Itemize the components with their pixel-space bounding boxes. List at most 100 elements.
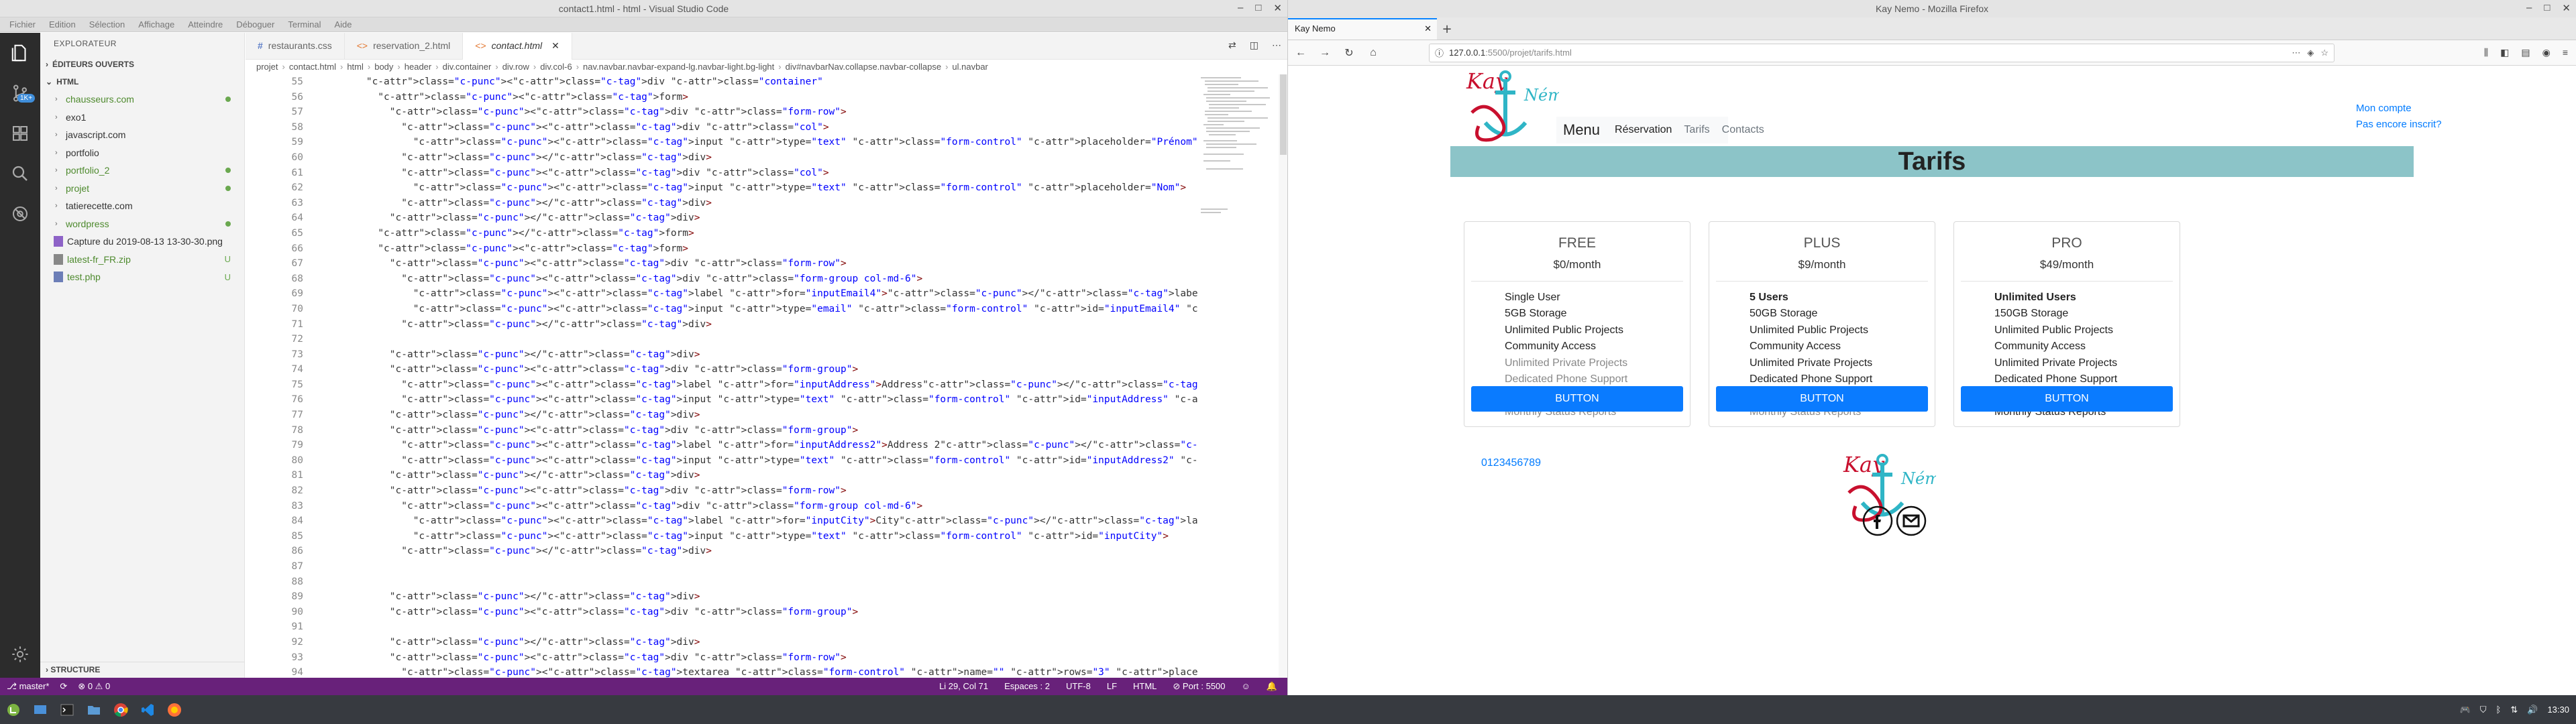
new-tab-icon[interactable]: + (1437, 18, 1457, 40)
tab-contact-html[interactable]: <> contact.html ✕ (463, 33, 572, 60)
open-editors-section[interactable]: › ÉDITEURS OUVERTS (40, 56, 244, 73)
explorer-item[interactable]: › chausseurs.com (40, 90, 244, 109)
code-line[interactable]: 60 "c-attr">class="c-punc"></"c-attr">cl… (246, 150, 1198, 166)
maximize-icon[interactable]: □ (1255, 2, 1261, 14)
nav-link-contacts[interactable]: Contacts (1722, 124, 1764, 136)
close-icon[interactable]: ✕ (1273, 2, 1282, 14)
menu-help[interactable]: Aide (328, 19, 359, 29)
search-icon[interactable] (0, 154, 40, 194)
files-grid-icon[interactable] (0, 113, 40, 154)
code-line[interactable]: 55 "c-attr">class="c-punc"><"c-attr">cla… (246, 74, 1198, 90)
reader-icon[interactable]: ▤ (2521, 47, 2530, 58)
code-line[interactable]: 70 "c-attr">class="c-punc"><"c-attr">cla… (246, 302, 1198, 317)
breadcrumb-item[interactable]: div#navbarNav.collapse.navbar-collapse (786, 62, 941, 72)
tab-restaurants-css[interactable]: # restaurants.css (246, 33, 345, 60)
close-icon[interactable]: ✕ (2562, 2, 2571, 14)
code-line[interactable]: 91 (246, 619, 1198, 635)
close-tab-icon[interactable]: ✕ (551, 40, 559, 52)
language-mode[interactable]: HTML (1133, 681, 1157, 692)
maximize-icon[interactable]: □ (2544, 2, 2550, 14)
close-tab-icon[interactable]: ✕ (1424, 23, 1432, 34)
code-line[interactable]: 78 "c-attr">class="c-punc"><"c-attr">cla… (246, 423, 1198, 438)
minimize-icon[interactable]: – (1238, 2, 1243, 14)
breadcrumb-item[interactable]: projet (256, 62, 278, 72)
notifications-icon[interactable]: 🔔 (1267, 681, 1277, 692)
code-editor[interactable]: 55 "c-attr">class="c-punc"><"c-attr">cla… (246, 74, 1198, 678)
code-line[interactable]: 83 "c-attr">class="c-punc"><"c-attr">cla… (246, 499, 1198, 514)
code-line[interactable]: 76 "c-attr">class="c-punc"><"c-attr">cla… (246, 392, 1198, 408)
explorer-item[interactable]: test.php U (40, 268, 244, 286)
my-account-link[interactable]: Mon compte (2356, 101, 2442, 117)
terminal-icon[interactable] (54, 697, 80, 723)
code-line[interactable]: 56 "c-attr">class="c-punc"><"c-attr">cla… (246, 90, 1198, 105)
code-line[interactable]: 87 (246, 559, 1198, 575)
explorer-icon[interactable] (0, 33, 40, 73)
plan-button[interactable]: BUTTON (1471, 386, 1683, 412)
problems-indicator[interactable]: ⊗ 0 ⚠ 0 (78, 681, 110, 692)
encoding[interactable]: UTF-8 (1066, 681, 1091, 692)
site-logo[interactable]: Kay Némo (1465, 66, 1559, 158)
tab-reservation-html[interactable]: <> reservation_2.html (345, 33, 464, 60)
code-line[interactable]: 77 "c-attr">class="c-punc"></"c-attr">cl… (246, 408, 1198, 423)
files-icon[interactable] (80, 697, 107, 723)
code-line[interactable]: 80 "c-attr">class="c-punc"><"c-attr">cla… (246, 453, 1198, 469)
plan-button[interactable]: BUTTON (1961, 386, 2173, 412)
code-line[interactable]: 69 "c-attr">class="c-punc"><"c-attr">cla… (246, 286, 1198, 302)
settings-gear-icon[interactable] (0, 638, 40, 671)
breadcrumb-item[interactable]: html (347, 62, 364, 72)
code-line[interactable]: 85 "c-attr">class="c-punc"><"c-attr">cla… (246, 529, 1198, 544)
outline-section[interactable]: › STRUCTURE (40, 662, 244, 678)
code-line[interactable]: 64 "c-attr">class="c-punc"></"c-attr">cl… (246, 210, 1198, 226)
git-branch[interactable]: ⎇ master* (7, 681, 49, 692)
clock[interactable]: 13:30 (2547, 705, 2569, 715)
cursor-position[interactable]: Li 29, Col 71 (939, 681, 988, 692)
explorer-item[interactable]: › portfolio_2 (40, 162, 244, 180)
minimize-icon[interactable]: – (2526, 2, 2532, 14)
explorer-item[interactable]: › exo1 (40, 109, 244, 127)
shield-icon[interactable]: ⛉ (2480, 705, 2487, 715)
explorer-item[interactable]: Capture du 2019-08-13 13-30-30.png (40, 233, 244, 251)
plan-button[interactable]: BUTTON (1716, 386, 1928, 412)
code-line[interactable]: 61 "c-attr">class="c-punc"><"c-attr">cla… (246, 166, 1198, 181)
breadcrumb-item[interactable]: div.col-6 (540, 62, 572, 72)
editor-scrollbar[interactable] (1279, 74, 1287, 678)
facebook-icon[interactable] (1862, 505, 1893, 536)
code-line[interactable]: 79 "c-attr">class="c-punc"><"c-attr">cla… (246, 438, 1198, 453)
library-icon[interactable]: ⫼ (2484, 47, 2488, 58)
code-line[interactable]: 63 "c-attr">class="c-punc"></"c-attr">cl… (246, 196, 1198, 211)
pocket-icon[interactable]: ◈ (2307, 48, 2314, 58)
forward-icon[interactable]: → (1316, 44, 1334, 62)
split-editor-icon[interactable]: ◫ (1250, 40, 1258, 51)
firefox-icon[interactable] (161, 697, 188, 723)
breadcrumb-item[interactable]: body (374, 62, 393, 72)
code-line[interactable]: 94 "c-attr">class="c-punc"><"c-attr">cla… (246, 665, 1198, 678)
code-line[interactable]: 82 "c-attr">class="c-punc"><"c-attr">cla… (246, 483, 1198, 499)
signup-link[interactable]: Pas encore inscrit? (2356, 117, 2442, 133)
minimap[interactable] (1198, 74, 1279, 276)
code-line[interactable]: 90 "c-attr">class="c-punc"><"c-attr">cla… (246, 605, 1198, 620)
info-icon[interactable]: ⓘ (1435, 46, 1444, 59)
code-line[interactable]: 58 "c-attr">class="c-punc"><"c-attr">cla… (246, 120, 1198, 135)
menu-edit[interactable]: Edition (42, 19, 83, 29)
code-line[interactable]: 66 "c-attr">class="c-punc"><"c-attr">cla… (246, 241, 1198, 257)
code-line[interactable]: 73 "c-attr">class="c-punc"></"c-attr">cl… (246, 347, 1198, 363)
code-line[interactable]: 74 "c-attr">class="c-punc"><"c-attr">cla… (246, 362, 1198, 377)
code-line[interactable]: 65 "c-attr">class="c-punc"></"c-attr">cl… (246, 226, 1198, 241)
explorer-item[interactable]: latest-fr_FR.zip U (40, 251, 244, 269)
code-line[interactable]: 68 "c-attr">class="c-punc"><"c-attr">cla… (246, 272, 1198, 287)
code-line[interactable]: 81 "c-attr">class="c-punc"></"c-attr">cl… (246, 468, 1198, 483)
code-line[interactable]: 62 "c-attr">class="c-punc"><"c-attr">cla… (246, 180, 1198, 196)
menu-go[interactable]: Atteindre (181, 19, 229, 29)
reload-icon[interactable]: ↻ (1340, 44, 1358, 62)
more-actions-icon[interactable]: ⋯ (1272, 40, 1281, 51)
code-line[interactable]: 57 "c-attr">class="c-punc"><"c-attr">cla… (246, 105, 1198, 120)
hamburger-menu-icon[interactable]: ≡ (2563, 47, 2568, 58)
end-of-line[interactable]: LF (1107, 681, 1117, 692)
explorer-item[interactable]: › tatierecette.com (40, 197, 244, 215)
breadcrumb-item[interactable]: nav.navbar.navbar-expand-lg.navbar-light… (583, 62, 774, 72)
code-line[interactable]: 71 "c-attr">class="c-punc"></"c-attr">cl… (246, 317, 1198, 333)
nav-link-tarifs[interactable]: Tarifs (1684, 124, 1709, 136)
phone-link[interactable]: 0123456789 (1481, 457, 1541, 469)
vscode-icon[interactable] (134, 697, 161, 723)
browser-tab[interactable]: Kay Nemo ✕ (1288, 18, 1437, 40)
